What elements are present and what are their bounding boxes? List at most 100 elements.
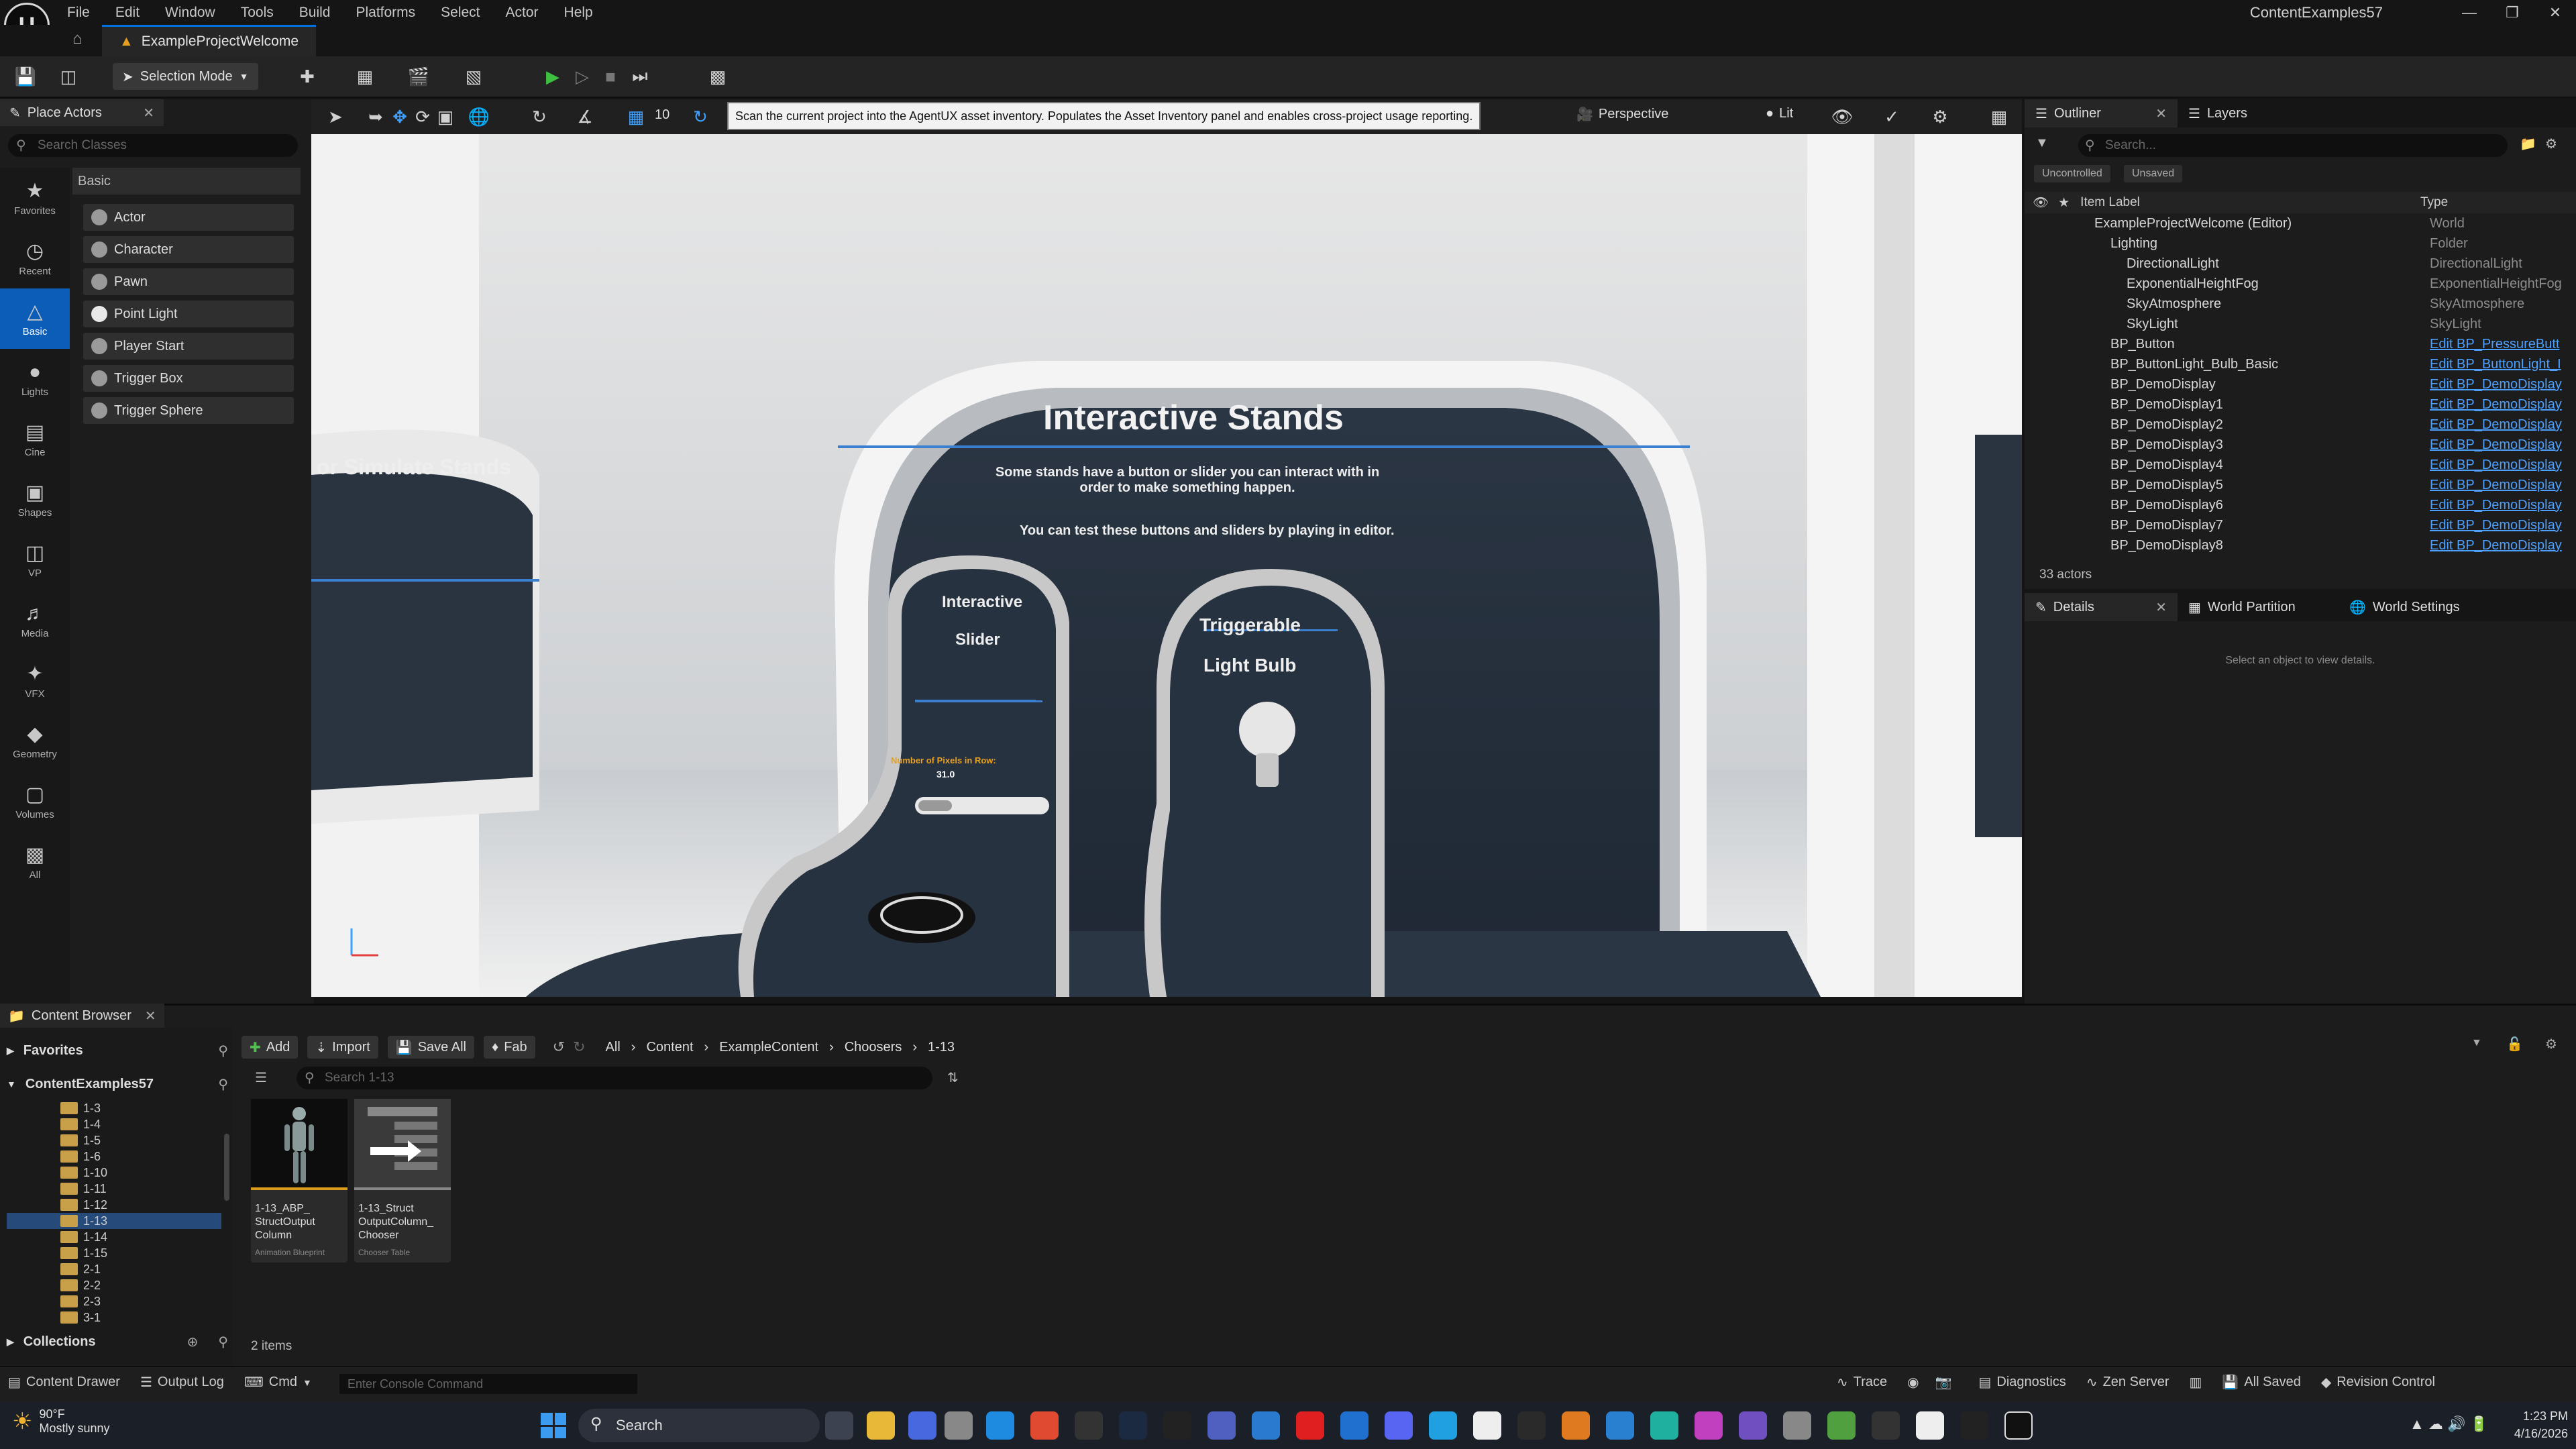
outliner-row[interactable]: Lighting Folder [2025, 236, 2564, 256]
level-viewport[interactable]: Interactive Stands Some stands have a bu… [311, 99, 2022, 997]
taskbar-search[interactable]: Search [578, 1409, 820, 1442]
minimize-icon[interactable]: — [2447, 0, 2491, 25]
realtime-icon[interactable]: ✓ [1878, 103, 1905, 130]
eject-icon[interactable]: ⏭ [627, 63, 653, 90]
discord-icon[interactable] [1385, 1411, 1413, 1440]
start-windows-icon[interactable] [541, 1413, 566, 1438]
file-explorer-icon[interactable] [867, 1411, 895, 1440]
outliner-row[interactable]: BP_DemoDisplay Edit BP_DemoDisplay [2025, 377, 2564, 397]
close-tab-icon[interactable]: ✕ [2155, 599, 2167, 616]
breadcrumb-all[interactable]: All [606, 1040, 621, 1055]
project-root-section[interactable]: ▼ ContentExamples57 ⚲ [7, 1071, 228, 1097]
vscode-icon[interactable] [1606, 1411, 1634, 1440]
fab-button[interactable]: ♦ Fab [483, 1036, 535, 1059]
markdown-icon[interactable] [1517, 1411, 1546, 1440]
teams-icon[interactable] [1208, 1411, 1236, 1440]
pin-star-icon[interactable]: ★ [2058, 195, 2070, 211]
notes-icon[interactable] [1916, 1411, 1944, 1440]
taskbar-clock[interactable]: 1:23 PM 4/16/2026 [2487, 1407, 2568, 1442]
folder-item[interactable]: 1-5 [60, 1132, 221, 1148]
col-type[interactable]: Type [2420, 195, 2448, 210]
collections-section[interactable]: ▶ Collections ⊕ ⚲ [7, 1328, 228, 1355]
search-icon[interactable]: ⚲ [218, 1334, 228, 1350]
category-media[interactable]: ♬ Media [0, 590, 70, 651]
folder-item[interactable]: 1-4 [60, 1116, 221, 1132]
filter-uncontrolled[interactable]: Uncontrolled [2034, 165, 2110, 182]
close-tab-icon[interactable]: ✕ [145, 1008, 156, 1024]
path-dropdown-icon[interactable]: ▼ [2471, 1037, 2482, 1049]
filter-icon[interactable]: ☰ [255, 1069, 267, 1086]
content-browser-tab[interactable]: 📁 Content Browser ✕ [0, 1004, 164, 1028]
breadcrumb-1-13[interactable]: 1-13 [928, 1040, 955, 1055]
outliner-row[interactable]: BP_DemoDisplay8 Edit BP_DemoDisplay [2025, 538, 2564, 558]
modes-icon[interactable]: ▧ [460, 63, 487, 90]
blueprint-icon[interactable]: ▦ [352, 63, 378, 90]
mail-icon[interactable] [1340, 1411, 1368, 1440]
derived-data-icon[interactable]: ▥ [2190, 1374, 2202, 1391]
world-space-icon[interactable]: 🌐 [466, 103, 492, 130]
actor-item-pawn[interactable]: Pawn [83, 268, 294, 295]
zen-server-button[interactable]: ∿ Zen Server [2086, 1374, 2169, 1391]
col-item-label[interactable]: Item Label [2080, 195, 2140, 210]
revision-control-button[interactable]: ◆ Revision Control [2321, 1374, 2435, 1391]
scale-tool-icon[interactable]: ▣ [432, 103, 459, 130]
close-window-icon[interactable]: ✕ [2533, 0, 2576, 25]
category-lights[interactable]: ● Lights [0, 349, 70, 409]
settings-gear-icon[interactable]: ⚙ [1927, 103, 1953, 130]
folder-item[interactable]: 2-1 [60, 1261, 221, 1277]
terminal-icon[interactable] [1075, 1411, 1103, 1440]
details-tab[interactable]: ✎ Details ✕ [2025, 593, 2178, 621]
menu-select[interactable]: Select [441, 5, 480, 21]
save-all-button[interactable]: 💾 Save All [387, 1036, 474, 1059]
category-cine[interactable]: ▤ Cine [0, 409, 70, 470]
breadcrumb-examplecontent[interactable]: ExampleContent [719, 1040, 818, 1055]
console-input[interactable]: Enter Console Command [339, 1374, 637, 1394]
outliner-row-type[interactable]: Edit BP_DemoDisplay [2430, 397, 2564, 413]
folder-scrollbar[interactable] [224, 1134, 229, 1201]
folder-item[interactable]: 1-15 [60, 1245, 221, 1261]
edge-icon[interactable] [986, 1411, 1014, 1440]
folder-item[interactable]: 1-11 [60, 1181, 221, 1197]
photos-icon[interactable] [1252, 1411, 1280, 1440]
folder-item[interactable]: 2-3 [60, 1293, 221, 1309]
folder-item[interactable]: 1-14 [60, 1229, 221, 1245]
search-icon[interactable]: ⚲ [218, 1076, 228, 1093]
outliner-row-type[interactable]: Edit BP_DemoDisplay [2430, 458, 2564, 473]
maximize-icon[interactable]: ❐ [2490, 0, 2534, 25]
outliner-row-type[interactable]: Edit BP_DemoDisplay [2430, 437, 2564, 453]
outliner-row-type[interactable]: Edit BP_DemoDisplay [2430, 498, 2564, 513]
outliner-row[interactable]: ExponentialHeightFog ExponentialHeightFog [2025, 276, 2564, 297]
search-classes-input[interactable]: Search Classes [8, 134, 298, 157]
outliner-row[interactable]: BP_DemoDisplay7 Edit BP_DemoDisplay [2025, 518, 2564, 538]
level-tab[interactable]: ▲ ExampleProjectWelcome [102, 25, 316, 56]
youtube-icon[interactable] [1296, 1411, 1324, 1440]
import-button[interactable]: ⇣ Import [307, 1036, 378, 1059]
tray-icons[interactable]: ▲ ☁ 🔊 🔋 [2410, 1415, 2488, 1433]
outliner-row-type[interactable]: Edit BP_ButtonLight_I [2430, 357, 2564, 372]
outliner-row[interactable]: BP_DemoDisplay2 Edit BP_DemoDisplay [2025, 417, 2564, 437]
outliner-row[interactable]: BP_ButtonLight_Bulb_Basic Edit BP_ButtonL… [2025, 357, 2564, 377]
breadcrumb-choosers[interactable]: Choosers [845, 1040, 902, 1055]
folder-item[interactable]: 1-13 [7, 1213, 221, 1229]
menu-build[interactable]: Build [299, 5, 331, 21]
actor-item-actor[interactable]: Actor [83, 204, 294, 231]
outliner-row-type[interactable]: Edit BP_DemoDisplay [2430, 478, 2564, 493]
favorites-section[interactable]: ▶ Favorites ⚲ [7, 1037, 228, 1064]
world-settings-tab[interactable]: 🌐 World Settings [2339, 593, 2471, 621]
folder-item[interactable]: 1-6 [60, 1148, 221, 1165]
category-shapes[interactable]: ▣ Shapes [0, 470, 70, 530]
outliner-row[interactable]: BP_DemoDisplay5 Edit BP_DemoDisplay [2025, 478, 2564, 498]
category-all[interactable]: ▩ All [0, 832, 70, 892]
home-icon[interactable]: ⌂ [72, 30, 93, 50]
sort-icon[interactable]: ⇅ [947, 1069, 959, 1086]
outliner-row[interactable]: BP_DemoDisplay1 Edit BP_DemoDisplay [2025, 397, 2564, 417]
copilot-icon[interactable] [908, 1411, 936, 1440]
view-mode-dropdown[interactable]: ● Lit [1766, 106, 1793, 121]
category-volumes[interactable]: ▢ Volumes [0, 771, 70, 832]
transform-select-icon[interactable]: ➤ [322, 103, 349, 130]
outliner-row[interactable]: BP_Button Edit BP_PressureButt [2025, 337, 2564, 357]
category-basic[interactable]: △ Basic [0, 288, 70, 349]
folder-item[interactable]: 2-2 [60, 1277, 221, 1293]
epic-games-icon[interactable] [1163, 1411, 1191, 1440]
folder-item[interactable]: 1-3 [60, 1100, 221, 1116]
